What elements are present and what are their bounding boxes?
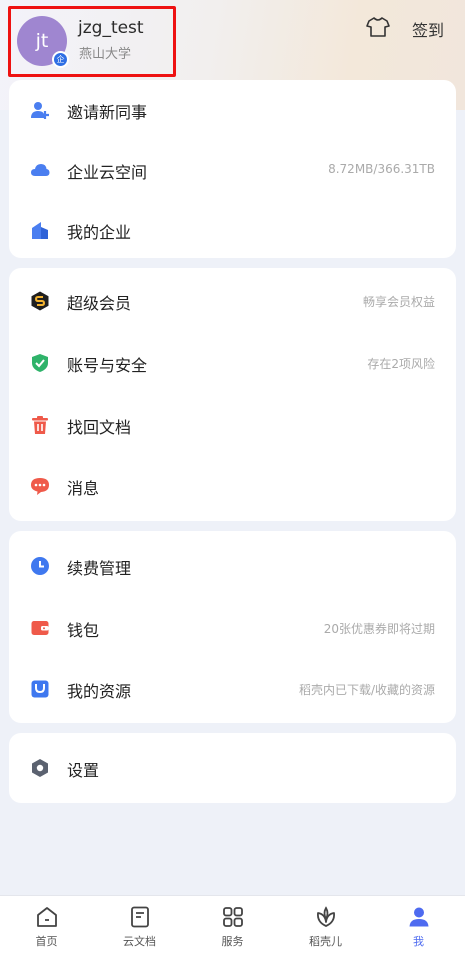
checkin-button[interactable]: 签到 bbox=[412, 17, 444, 41]
message-icon bbox=[31, 478, 49, 495]
card-settings: 设置 bbox=[9, 733, 456, 803]
menu-item-my-resources[interactable]: 我的资源 稻壳内已下载/收藏的资源 bbox=[9, 669, 456, 709]
wallet-icon bbox=[31, 621, 49, 635]
menu-item-my-company[interactable]: 我的企业 bbox=[9, 210, 456, 250]
building-icon bbox=[32, 222, 48, 239]
menu-item-label: 我的企业 bbox=[67, 223, 132, 242]
cloud-doc-icon bbox=[131, 906, 149, 928]
tab-daoke[interactable]: 稻壳儿 bbox=[279, 896, 372, 955]
security-risk-hint: 存在2项风险 bbox=[367, 357, 435, 371]
menu-item-settings[interactable]: 设置 bbox=[9, 748, 456, 788]
tab-label: 云文档 bbox=[123, 935, 156, 948]
menu-item-label: 钱包 bbox=[67, 621, 100, 640]
tab-label: 稻壳儿 bbox=[309, 935, 342, 948]
shield-icon bbox=[32, 354, 48, 372]
menu-item-messages[interactable]: 消息 bbox=[9, 466, 456, 506]
menu-item-label: 续费管理 bbox=[67, 559, 132, 578]
card-team: 邀请新同事 企业云空间 8.72MB/366.31TB 我的企业 bbox=[9, 80, 456, 258]
resource-icon bbox=[31, 680, 49, 698]
trash-icon bbox=[32, 416, 48, 434]
tab-label: 服务 bbox=[221, 935, 244, 948]
menu-item-label: 超级会员 bbox=[67, 294, 132, 313]
menu-item-label: 设置 bbox=[67, 761, 100, 780]
menu-item-label: 企业云空间 bbox=[67, 163, 148, 182]
tshirt-icon[interactable] bbox=[366, 16, 390, 38]
tab-label: 首页 bbox=[35, 935, 58, 948]
premium-icon bbox=[31, 291, 49, 311]
menu-item-label: 找回文档 bbox=[67, 418, 132, 437]
cloud-icon bbox=[31, 164, 50, 176]
menu-item-invite[interactable]: 邀请新同事 bbox=[9, 90, 456, 130]
clock-icon bbox=[31, 557, 49, 575]
resources-hint: 稻壳内已下载/收藏的资源 bbox=[298, 683, 435, 697]
menu-item-wallet[interactable]: 钱包 20张优惠券即将过期 bbox=[9, 608, 456, 648]
premium-hint: 畅享会员权益 bbox=[362, 295, 435, 309]
profile-header: jt 企 jzg_test 燕山大学 签到 bbox=[0, 0, 465, 80]
daoke-icon bbox=[317, 906, 335, 927]
home-icon bbox=[37, 907, 57, 927]
menu-item-label: 消息 bbox=[67, 479, 100, 498]
tab-services[interactable]: 服务 bbox=[186, 896, 279, 955]
me-icon bbox=[409, 907, 429, 927]
tab-home[interactable]: 首页 bbox=[0, 896, 93, 955]
coupon-expiry-hint: 20张优惠券即将过期 bbox=[323, 622, 435, 636]
menu-item-account-security[interactable]: 账号与安全 存在2项风险 bbox=[9, 343, 456, 383]
menu-item-renewal[interactable]: 续费管理 bbox=[9, 546, 456, 586]
menu-item-recover-docs[interactable]: 找回文档 bbox=[9, 405, 456, 445]
bottom-tab-bar: 首页 云文档 服务 稻壳儿 我 bbox=[0, 895, 465, 955]
card-billing: 续费管理 钱包 20张优惠券即将过期 我的资源 稻壳内已下载/收藏的资源 bbox=[9, 531, 456, 723]
menu-item-label: 账号与安全 bbox=[67, 356, 148, 375]
services-icon bbox=[223, 907, 243, 927]
settings-icon bbox=[32, 759, 48, 777]
profile-highlight-box bbox=[8, 6, 176, 77]
menu-item-label: 邀请新同事 bbox=[67, 103, 148, 122]
tab-label: 我 bbox=[413, 935, 424, 948]
tab-cloud-docs[interactable]: 云文档 bbox=[93, 896, 186, 955]
card-account: 超级会员 畅享会员权益 账号与安全 存在2项风险 找回文档 消息 bbox=[9, 268, 456, 521]
add-user-icon bbox=[31, 102, 49, 119]
tab-me[interactable]: 我 bbox=[372, 896, 465, 955]
menu-item-cloud-space[interactable]: 企业云空间 8.72MB/366.31TB bbox=[9, 150, 456, 190]
menu-item-label: 我的资源 bbox=[67, 682, 132, 701]
storage-usage: 8.72MB/366.31TB bbox=[328, 162, 435, 176]
menu-item-premium[interactable]: 超级会员 畅享会员权益 bbox=[9, 281, 456, 321]
